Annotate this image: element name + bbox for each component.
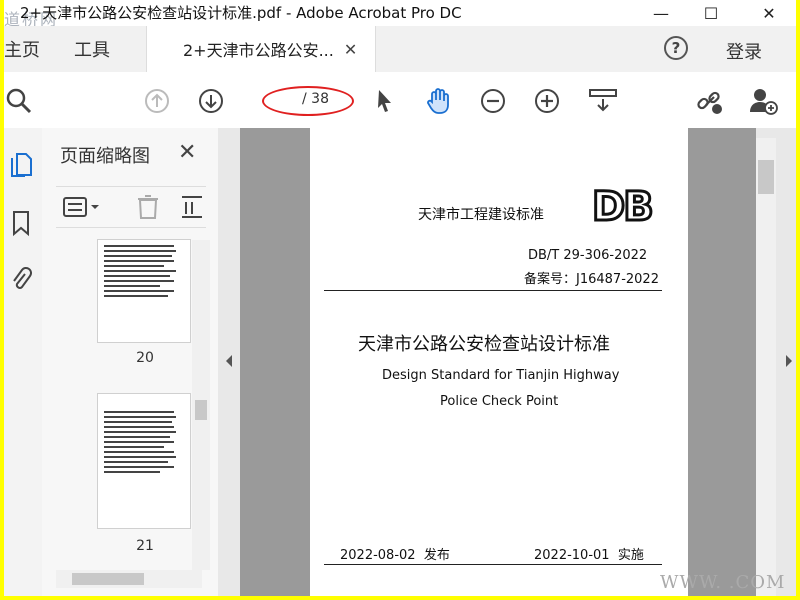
tab-home[interactable]: 主页 [4, 26, 40, 72]
title-bar: 道桥网 2+天津市公路公安检查站设计标准.pdf - Adobe Acrobat… [4, 0, 796, 29]
app-window: 道桥网 2+天津市公路公安检查站设计标准.pdf - Adobe Acrobat… [4, 0, 796, 596]
thumbnail-vertical-scrollbar[interactable] [192, 240, 210, 570]
left-gutter [218, 128, 240, 596]
tab-document-label: 2+天津市公路公安... [183, 41, 334, 60]
doc-record: 备案号：J16487-2022 [524, 272, 659, 287]
bookmark-icon[interactable] [8, 208, 34, 238]
doc-title-en-1: Design Standard for Tianjin Highway [382, 368, 620, 383]
tab-document[interactable]: 2+天津市公路公安... ✕ [146, 26, 376, 72]
doc-title-cn: 天津市公路公安检查站设计标准 [358, 334, 610, 355]
scrollbar-thumb[interactable] [758, 160, 774, 194]
document-vertical-scrollbar[interactable] [756, 128, 796, 596]
footer-rule [324, 564, 662, 565]
page-navigator: / 38 [262, 86, 354, 116]
db-logo: DB [591, 183, 656, 232]
header-rule [324, 290, 662, 291]
attachment-icon[interactable] [8, 264, 34, 294]
pdf-page: 天津市工程建设标准 DB DB/T 29-306-2022 备案号：J16487… [310, 128, 688, 596]
search-icon[interactable] [4, 86, 34, 116]
scrollbar-track[interactable] [756, 138, 776, 596]
scrollbar-thumb[interactable] [72, 573, 144, 585]
doc-title-en-2: Police Check Point [440, 394, 559, 409]
add-user-icon[interactable] [748, 86, 778, 116]
hand-icon[interactable] [424, 86, 454, 116]
panel-toolbar [56, 186, 206, 228]
help-icon[interactable]: ? [664, 36, 688, 60]
maximize-button[interactable]: ☐ [688, 0, 734, 26]
close-panel-icon[interactable]: ✕ [178, 140, 196, 165]
thumbnail-page-20[interactable] [98, 240, 190, 342]
toolbar: / 38 [4, 72, 796, 129]
share-link-icon[interactable] [694, 86, 724, 116]
doc-org: 天津市工程建设标准 [418, 207, 544, 223]
effective-date: 2022-10-01 实施 [534, 548, 644, 563]
select-cursor-icon[interactable] [370, 86, 400, 116]
close-window-button[interactable]: ✕ [746, 0, 792, 26]
page-display-icon[interactable] [588, 86, 618, 116]
scrollbar-thumb[interactable] [195, 400, 207, 420]
window-title: 2+天津市公路公安检查站设计标准.pdf - Adobe Acrobat Pro… [20, 4, 462, 22]
tab-bar: 主页 工具 2+天津市公路公安... ✕ ? 登录 [4, 26, 796, 73]
thumbnail-label-20: 20 [136, 350, 154, 366]
login-button[interactable]: 登录 [726, 38, 762, 64]
options-menu-icon[interactable] [62, 195, 102, 223]
close-tab-icon[interactable]: ✕ [344, 40, 357, 59]
panel-title: 页面缩略图 [60, 146, 150, 167]
zoom-in-icon[interactable] [532, 86, 562, 116]
zoom-out-icon[interactable] [478, 86, 508, 116]
doc-code: DB/T 29-306-2022 [528, 248, 648, 263]
thumbnail-label-21: 21 [136, 538, 154, 554]
tab-tools[interactable]: 工具 [74, 26, 110, 72]
document-view[interactable]: 天津市工程建设标准 DB DB/T 29-306-2022 备案号：J16487… [218, 128, 772, 596]
page-extract-icon[interactable] [180, 193, 204, 225]
page-up-icon[interactable] [142, 86, 172, 116]
thumbnail-page-21[interactable] [98, 394, 190, 528]
thumbnail-horizontal-scrollbar[interactable] [56, 570, 202, 588]
watermark-url: WWW. .COM [660, 572, 786, 593]
expand-right-panel-icon[interactable] [784, 354, 794, 368]
navigation-rail [4, 128, 43, 596]
issue-date: 2022-08-02 发布 [340, 548, 450, 563]
delete-page-icon[interactable] [136, 193, 160, 225]
minimize-button[interactable]: — [638, 0, 684, 26]
page-thumbnails-icon[interactable] [8, 150, 34, 180]
page-down-icon[interactable] [196, 86, 226, 116]
red-highlight-ellipse [262, 86, 354, 116]
thumbnails-panel: 页面缩略图 ✕ 20 21 [42, 128, 219, 596]
